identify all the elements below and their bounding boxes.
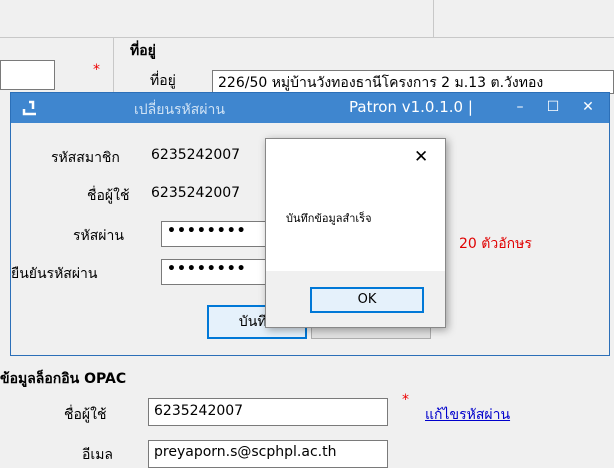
username-value: 6235242007 [151,185,241,201]
opac-username-input[interactable]: 6235242007 [148,398,388,426]
app-title: Patron v1.0.1.0 | [349,98,473,116]
dialog-footer: OK [266,271,445,327]
window-titlebar[interactable]: เปลี่ยนรหัสผ่าน Patron v1.0.1.0 | – ☐ ✕ [11,93,609,123]
confirm-password-label: ยืนยันรหัสผ่าน [11,266,98,282]
required-mark: * [402,392,409,408]
close-button[interactable]: ✕ [576,95,600,119]
opac-username-label: ชื่อผู้ใช้ [64,407,107,423]
message-dialog: ✕ บันทึกข้อมูลสำเร็จ OK [265,138,446,328]
username-label: ชื่อผู้ใช้ [87,188,130,204]
opac-section-title: ข้อมูลล็อกอิน OPAC [0,371,127,387]
ok-button[interactable]: OK [310,287,424,313]
password-label: รหัสผ่าน [73,228,124,244]
divider [433,0,434,38]
member-id-label: รหัสสมาชิก [51,150,120,166]
minimize-button[interactable]: – [508,95,532,119]
divider [0,37,614,38]
required-mark: * [93,62,100,78]
address-label: ที่อยู่ [150,73,176,89]
window-title: เปลี่ยนรหัสผ่าน [134,102,225,118]
close-icon[interactable]: ✕ [414,147,428,167]
change-password-link[interactable]: แก้ไขรหัสผ่าน [425,404,510,426]
password-length-hint: 20 ตัวอักษร [459,236,532,252]
message-text: บันทึกข้อมูลสำเร็จ [286,212,372,225]
app-icon [22,100,36,116]
maximize-button[interactable]: ☐ [541,95,565,119]
member-id-value: 6235242007 [151,147,241,163]
address-input[interactable]: 226/50 หมู่บ้านวังทองธานีโครงการ 2 ม.13 … [212,70,614,94]
divider [113,38,114,92]
background-field[interactable] [0,60,55,90]
opac-email-label: อีเมล [82,447,114,463]
address-section-title: ที่อยู่ [130,43,156,59]
